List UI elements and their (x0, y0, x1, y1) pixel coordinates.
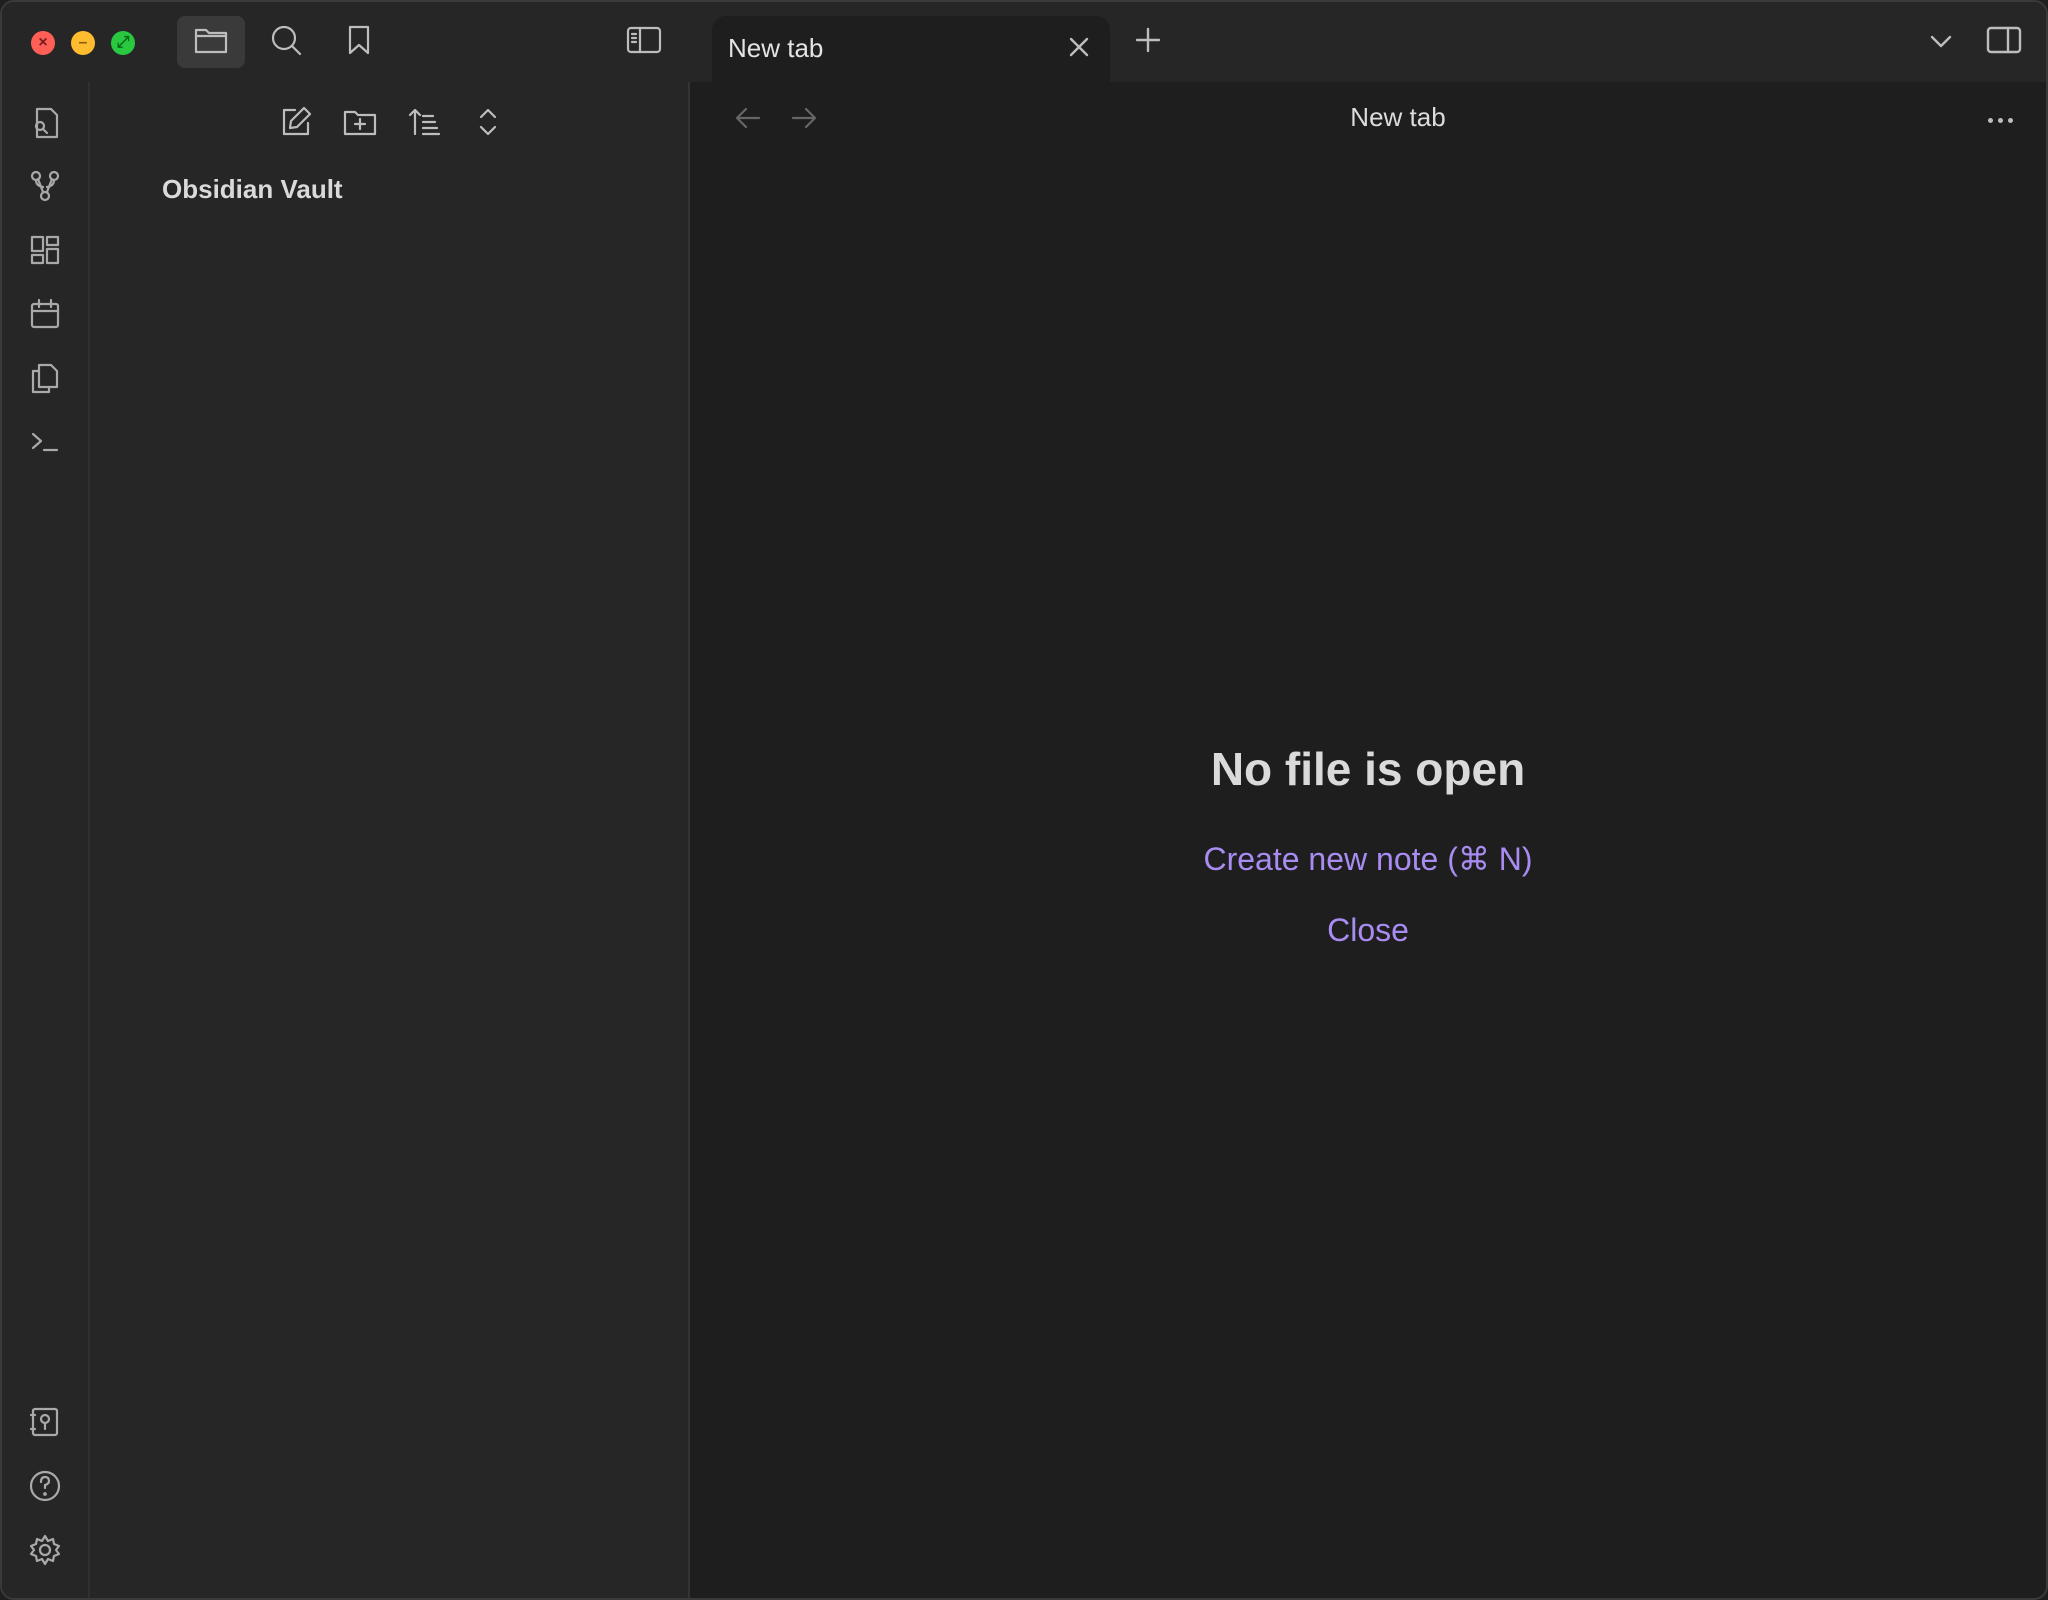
daily-note-icon (29, 298, 61, 335)
title-bar: × – ⤢ New tab (2, 2, 2046, 82)
new-note-icon (279, 105, 313, 144)
sort-icon (407, 106, 441, 143)
files-button[interactable] (177, 16, 245, 68)
quick-switcher-button[interactable] (24, 104, 66, 146)
toggle-left-sidebar-button[interactable] (610, 16, 678, 68)
tab-close-button[interactable] (1064, 34, 1094, 64)
chevron-up-down-icon (476, 105, 500, 144)
more-dot (1997, 117, 2003, 123)
more-options-button[interactable] (1980, 102, 2020, 138)
templates-button[interactable] (24, 359, 66, 401)
new-tab-button[interactable] (1130, 24, 1166, 60)
plus-icon (1134, 26, 1162, 59)
toggle-right-sidebar-button[interactable] (1984, 22, 2024, 62)
window-maximize-button[interactable]: ⤢ (111, 31, 135, 55)
search-button[interactable] (252, 16, 320, 68)
new-folder-icon (342, 106, 378, 143)
empty-state: No file is open Create new note (⌘ N) Cl… (690, 742, 2046, 983)
file-explorer: Obsidian Vault (90, 82, 688, 1598)
sort-button[interactable] (402, 102, 446, 146)
search-icon (269, 23, 303, 62)
canvas-button[interactable] (24, 231, 66, 273)
tab-title: New tab (728, 33, 824, 63)
command-palette-icon (29, 428, 61, 461)
vault-switcher-button[interactable] (24, 1403, 66, 1445)
main-view: New tab No file is open Create new note … (690, 82, 2046, 1598)
help-button[interactable] (24, 1467, 66, 1509)
window-close-button[interactable]: × (31, 31, 55, 55)
command-palette-button[interactable] (24, 423, 66, 465)
templates-icon (29, 361, 61, 400)
view-header-title: New tab (1350, 102, 1446, 132)
vault-switcher-icon (29, 1406, 61, 1443)
collapse-all-button[interactable] (466, 102, 510, 146)
quick-switcher-icon (29, 105, 61, 146)
left-ribbon (2, 82, 90, 1598)
daily-note-button[interactable] (24, 295, 66, 337)
vault-name[interactable]: Obsidian Vault (162, 174, 343, 205)
create-new-note-link[interactable]: Create new note (⌘ N) (690, 840, 2046, 878)
canvas-icon (29, 234, 61, 271)
new-note-button[interactable] (274, 102, 318, 146)
close-link[interactable]: Close (690, 912, 2046, 949)
graph-view-icon (29, 169, 61, 208)
chevron-down-icon (1929, 33, 1953, 54)
tab-list-button[interactable] (1924, 26, 1958, 60)
bookmarks-button[interactable] (325, 16, 393, 68)
settings-icon (28, 1533, 62, 1572)
more-dot (1987, 117, 1993, 123)
help-icon (28, 1469, 62, 1508)
new-folder-button[interactable] (338, 102, 382, 146)
graph-view-button[interactable] (24, 167, 66, 209)
window-minimize-button[interactable]: – (71, 31, 95, 55)
sidebar-left-icon (626, 25, 662, 60)
close-icon (1068, 36, 1090, 63)
settings-button[interactable] (24, 1531, 66, 1573)
app-window: × – ⤢ New tab Obsidian Vault New tab No … (0, 0, 2048, 1600)
empty-state-title: No file is open (1210, 743, 1526, 795)
sidebar-right-icon (1986, 25, 2022, 60)
folder-icon (193, 25, 229, 60)
tab-new-tab[interactable]: New tab (712, 16, 1110, 82)
bookmark-icon (345, 24, 373, 61)
more-dot (2007, 117, 2013, 123)
